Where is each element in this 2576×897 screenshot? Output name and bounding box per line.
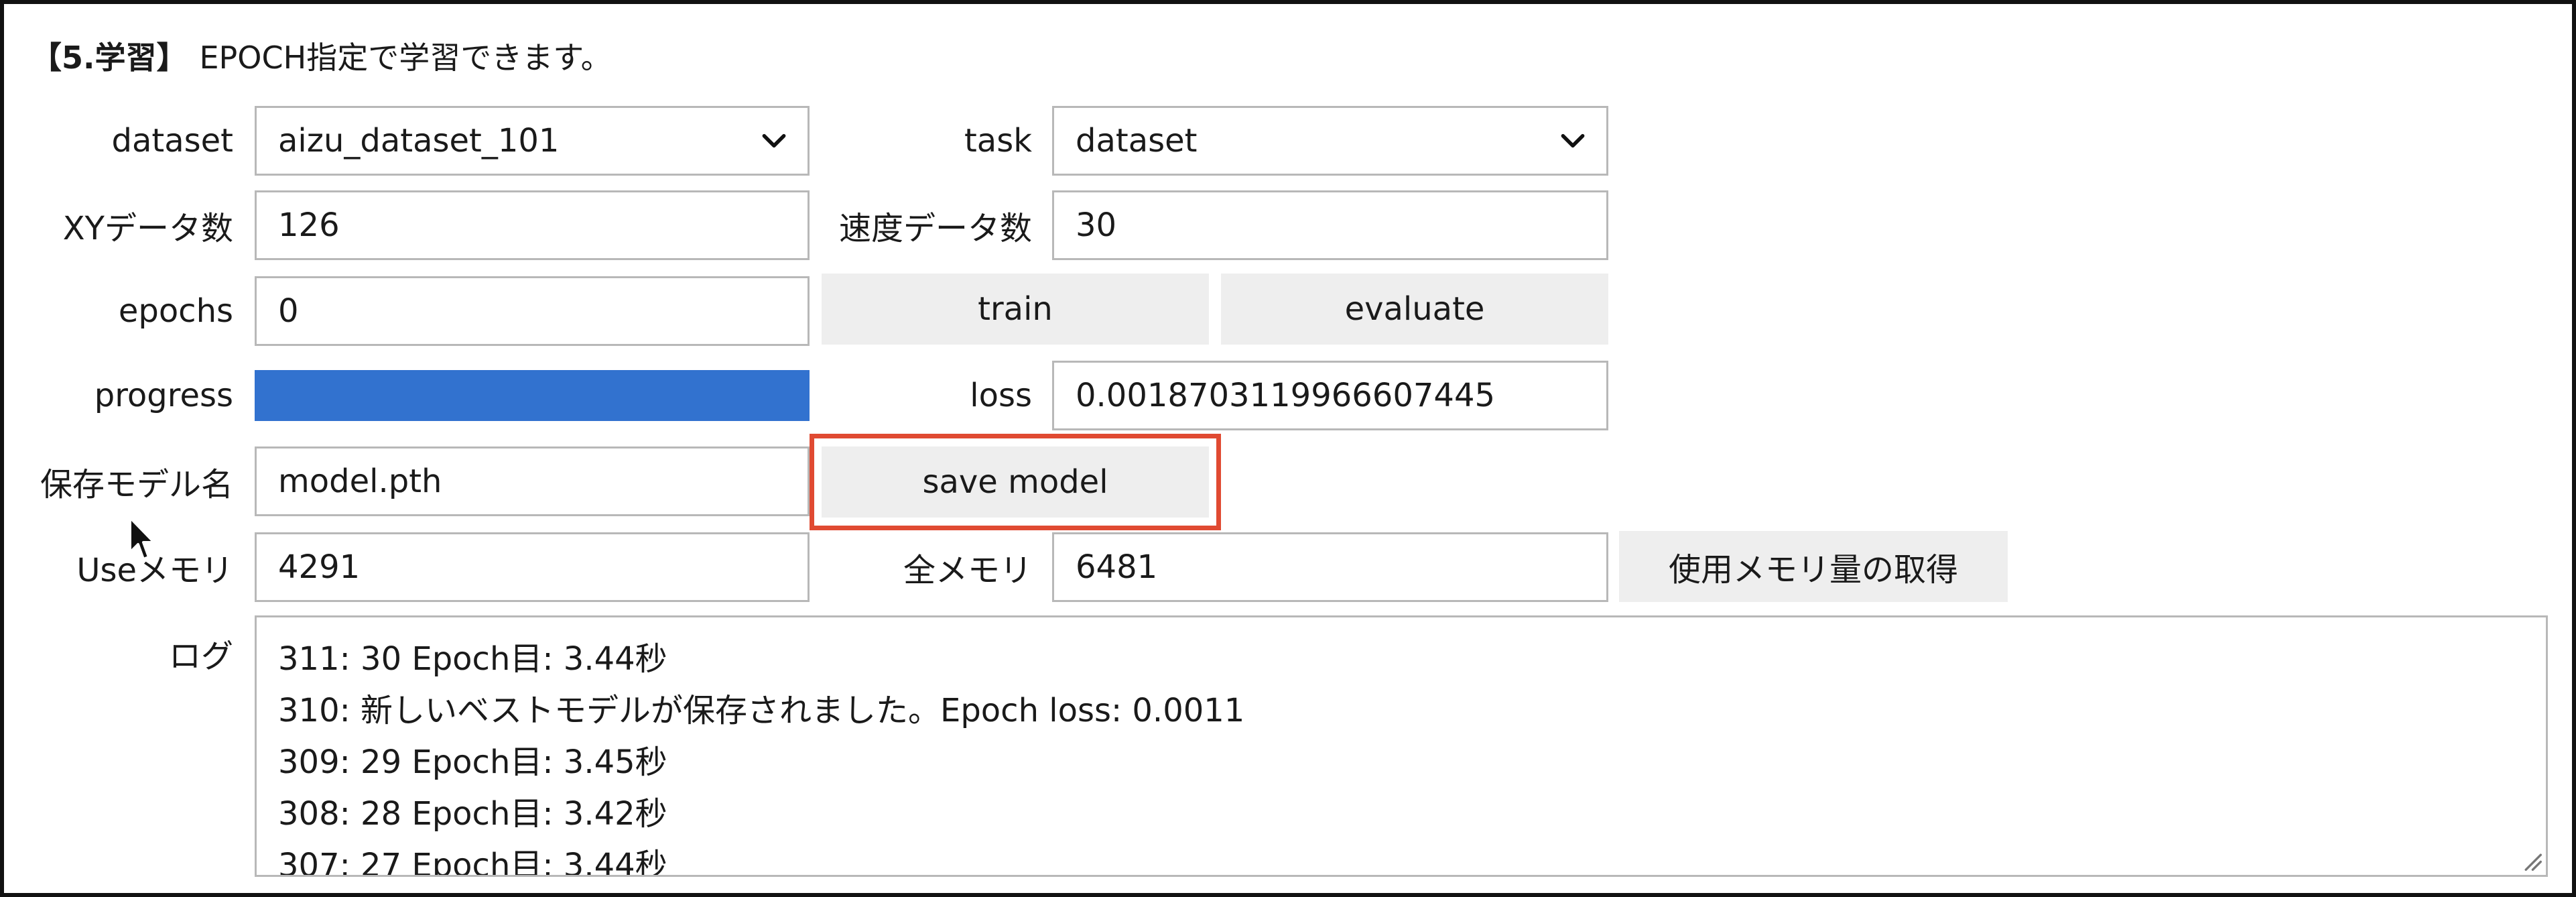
epochs-input[interactable]: 0 [255,276,810,346]
speed-count-input[interactable]: 30 [1052,190,1608,260]
dataset-select-value: aizu_dataset_101 [278,122,560,160]
progress-bar [255,370,810,421]
dataset-label: dataset [111,122,233,160]
loss-input[interactable]: 0.0018703119966607445 [1052,361,1608,430]
total-memory-input[interactable]: 6481 [1052,532,1608,602]
use-memory-input[interactable]: 4291 [255,532,810,602]
training-panel: 【5.学習】 EPOCH指定で学習できます。 dataset aizu_data… [0,0,2576,897]
total-memory-label: 全メモリ [903,552,1032,589]
get-memory-button[interactable]: 使用メモリ量の取得 [1619,531,2008,602]
task-label: task [964,122,1032,160]
section-description: EPOCH指定で学習できます。 [199,40,612,76]
log-line: 310: 新しいベストモデルが保存されました。Epoch loss: 0.001… [278,692,1245,729]
mouse-pointer-icon [129,516,155,560]
chevron-down-icon [1561,133,1585,148]
model-name-input[interactable]: model.pth [255,446,810,516]
log-line: 311: 30 Epoch目: 3.44秒 [278,640,667,678]
chevron-down-icon [762,133,786,148]
xy-count-input[interactable]: 126 [255,190,810,260]
progress-label: progress [94,377,233,414]
progress-bar-fill [255,370,810,421]
train-button[interactable]: train [822,274,1209,345]
log-line: 307: 27 Epoch目: 3.44秒 [278,847,667,877]
use-memory-label: Useメモリ [76,552,233,589]
evaluate-button[interactable]: evaluate [1221,274,1608,345]
model-name-label: 保存モデル名 [40,466,233,503]
task-select[interactable]: dataset [1052,106,1608,176]
speed-count-label: 速度データ数 [838,210,1032,247]
xy-count-label: XYデータ数 [62,210,233,247]
dataset-select[interactable]: aizu_dataset_101 [255,106,810,176]
section-header: 【5.学習】 EPOCH指定で学習できます。 [31,32,612,79]
epochs-label: epochs [118,292,233,330]
resize-handle-icon[interactable] [2519,848,2542,871]
log-label: ログ [168,638,233,675]
task-select-value: dataset [1076,122,1198,160]
section-tag: 【5.学習】 [31,40,188,76]
log-line: 308: 28 Epoch目: 3.42秒 [278,795,667,833]
log-textarea[interactable]: 311: 30 Epoch目: 3.44秒 310: 新しいベストモデルが保存さ… [255,615,2548,877]
loss-label: loss [970,377,1032,414]
save-model-button[interactable]: save model [822,446,1209,518]
log-line: 309: 29 Epoch目: 3.45秒 [278,743,667,781]
